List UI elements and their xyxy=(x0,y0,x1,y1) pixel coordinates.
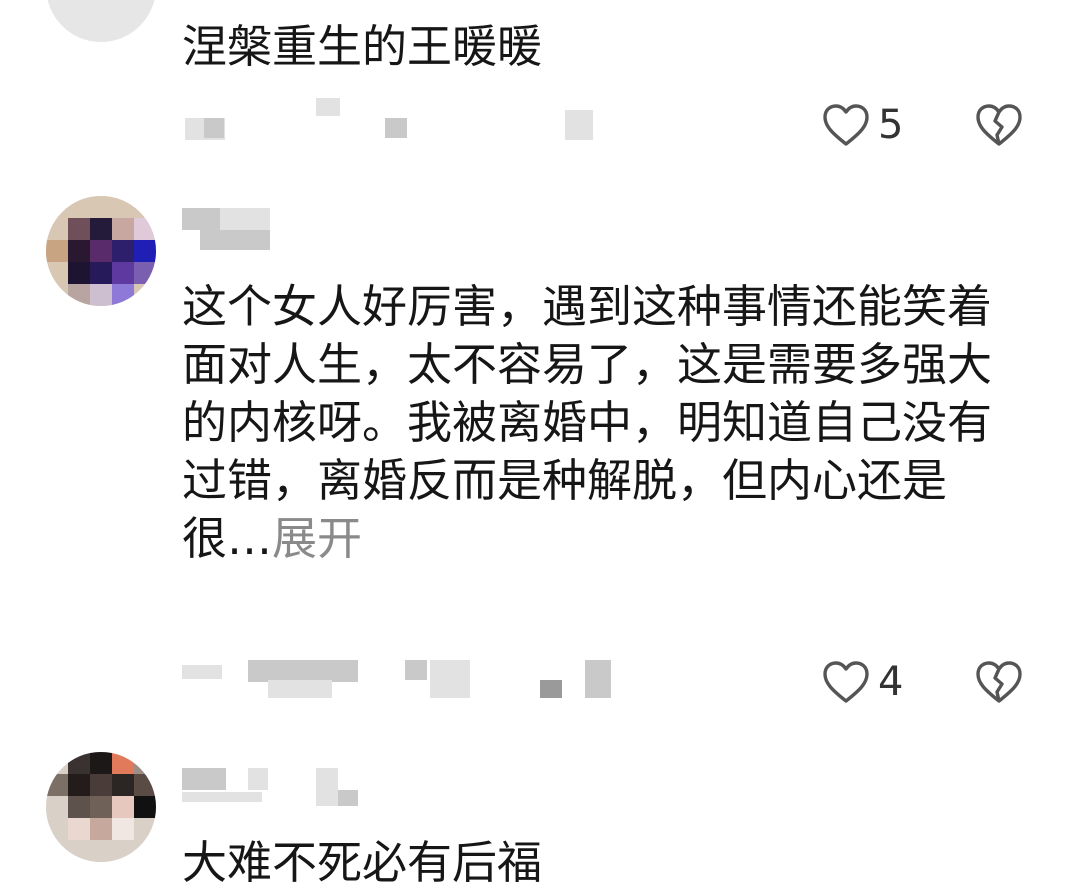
dislike-button[interactable] xyxy=(974,100,1024,150)
broken-heart-icon xyxy=(976,661,1022,703)
avatar[interactable] xyxy=(46,196,156,306)
comment-actions: 5 xyxy=(0,100,1080,160)
avatar[interactable] xyxy=(46,0,156,42)
heart-outline-icon xyxy=(823,661,869,703)
comment-text: 涅槃重生的王暖暖 xyxy=(182,20,543,73)
comment-actions: 4 xyxy=(0,657,1080,717)
like-count: 4 xyxy=(878,659,904,705)
like-button[interactable]: 5 xyxy=(822,100,903,150)
expand-link[interactable]: 展开 xyxy=(272,512,362,565)
dislike-button[interactable] xyxy=(974,657,1024,707)
like-count: 5 xyxy=(878,102,904,148)
broken-heart-icon xyxy=(976,104,1022,146)
heart-outline-icon xyxy=(823,104,869,146)
comment-text: 大难不死必有后福 xyxy=(182,836,543,889)
comment-text: 这个女人好厉害，遇到这种事情还能笑着面对人生，太不容易了，这是需要多强大的内核呀… xyxy=(182,278,1012,578)
like-button[interactable]: 4 xyxy=(822,657,903,707)
avatar[interactable] xyxy=(46,752,156,862)
